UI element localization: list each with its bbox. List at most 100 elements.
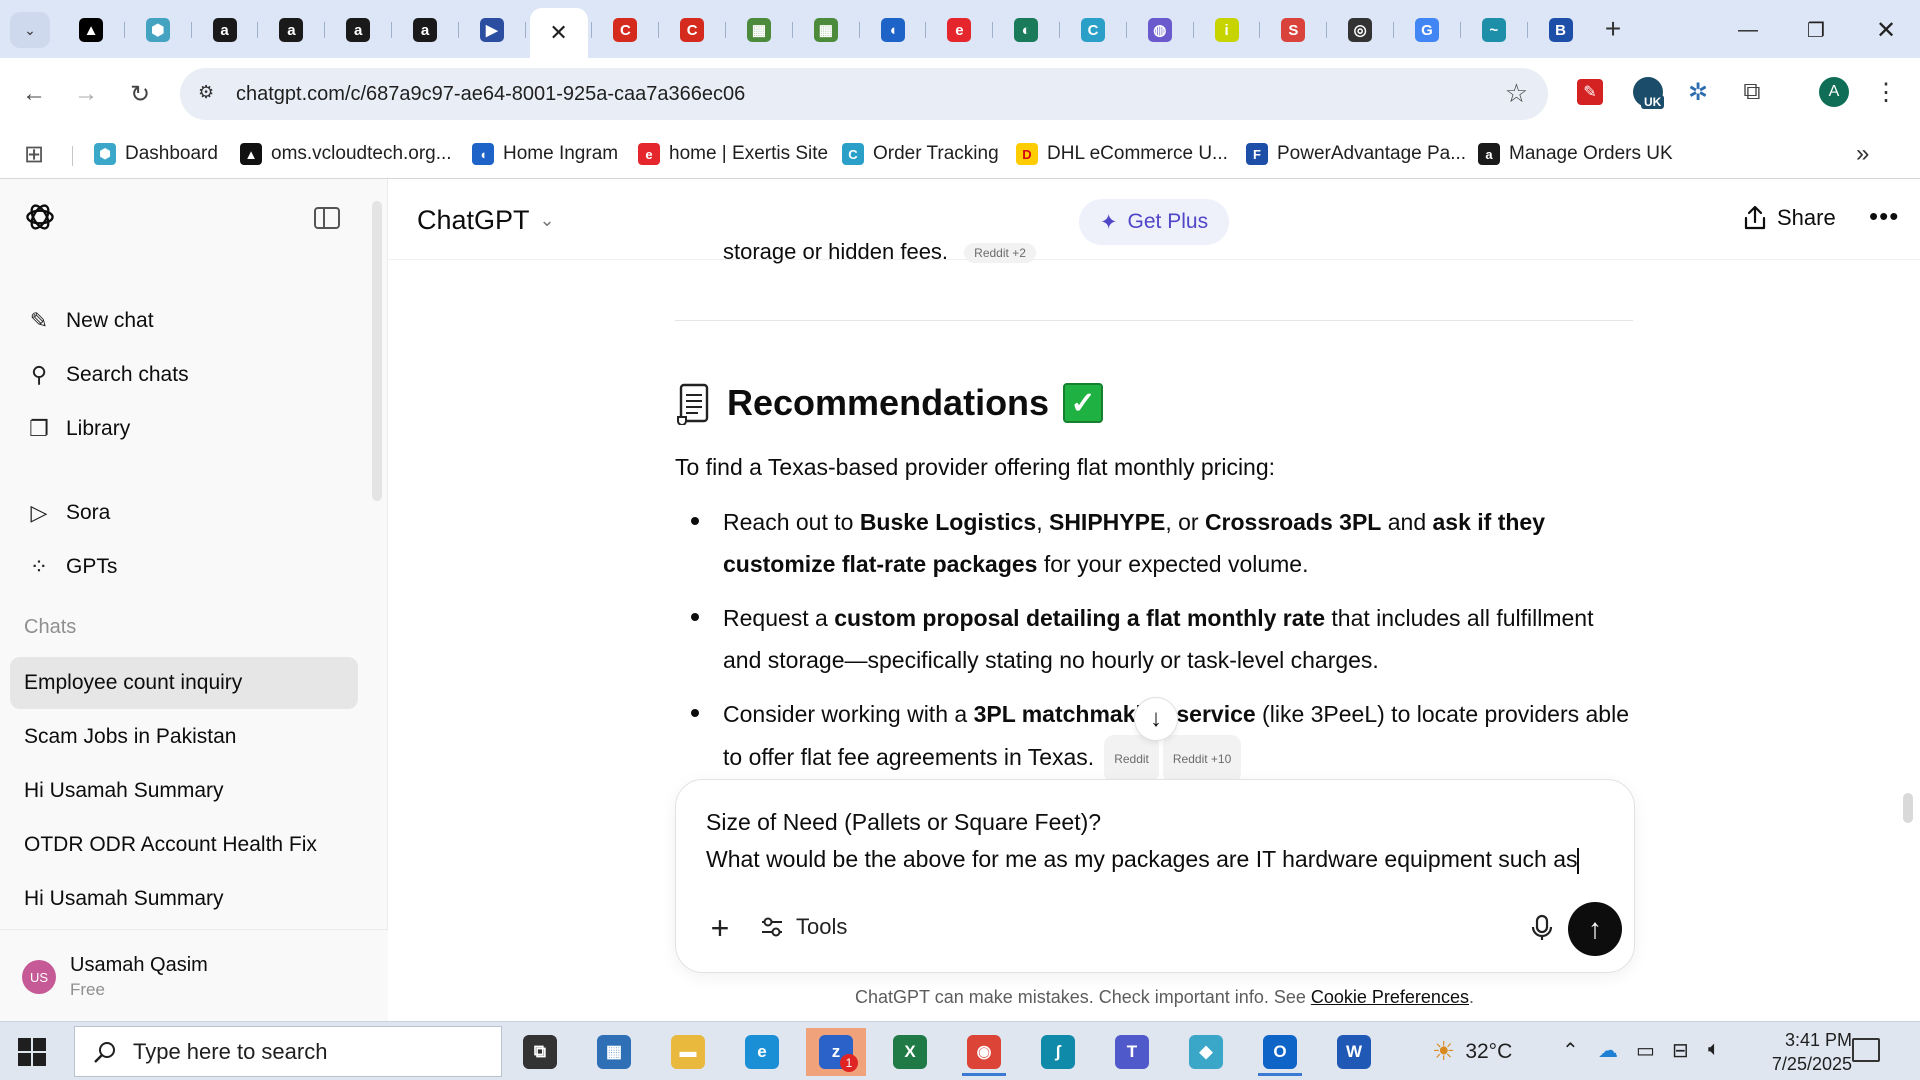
forward-button[interactable]: →	[68, 76, 104, 112]
add-attachment-button[interactable]: +	[702, 910, 738, 946]
browser-tab[interactable]: a	[392, 10, 458, 50]
puzzle-extensions-icon[interactable]: ⧉	[1732, 72, 1772, 112]
volume-icon[interactable]: 🔈︎	[1708, 1038, 1720, 1061]
bookmark-item[interactable]: D DHL eCommerce U...	[1016, 140, 1228, 168]
chat-history-item[interactable]: Hi Usamah Summary	[10, 873, 358, 925]
openai-logo-icon[interactable]	[22, 199, 58, 235]
model-selector[interactable]: ChatGPT ⌄	[417, 205, 555, 236]
share-button[interactable]: Share	[1743, 205, 1836, 231]
taskbar-app[interactable]: ▬	[658, 1028, 718, 1076]
source-chip[interactable]: Reddit +10	[1162, 735, 1242, 783]
system-clock[interactable]: 3:41 PM 7/25/2025	[1762, 1028, 1852, 1076]
taskbar-app[interactable]: ⧉	[510, 1028, 570, 1076]
bookmark-item[interactable]: ⬢ Dashboard	[94, 140, 218, 168]
taskbar-app[interactable]: ◉	[954, 1028, 1014, 1076]
bookmark-item[interactable]: C Order Tracking	[842, 140, 999, 168]
uk-extension-icon[interactable]: UK	[1628, 72, 1668, 112]
browser-tab[interactable]: e	[926, 10, 992, 50]
bookmark-star-icon[interactable]: ☆	[1505, 78, 1528, 109]
apps-grid-icon[interactable]: ⊞	[24, 140, 44, 168]
sidebar-item-library[interactable]: ❐ Library	[10, 407, 358, 451]
taskbar-app[interactable]: e	[732, 1028, 792, 1076]
taskbar-app[interactable]: X	[880, 1028, 940, 1076]
browser-tab[interactable]: i	[1194, 10, 1260, 50]
user-account[interactable]: US Usamah Qasim Free	[0, 929, 388, 1021]
acrobat-extension-icon[interactable]: ✎	[1570, 72, 1610, 112]
browser-tab[interactable]: ◐	[993, 10, 1059, 50]
prompt-textarea[interactable]: Size of Need (Pallets or Square Feet)? W…	[706, 804, 1606, 878]
cookie-preferences-link[interactable]: Cookie Preferences	[1311, 987, 1469, 1007]
bookmark-item[interactable]: ◖ Home Ingram	[472, 140, 618, 168]
browser-tab[interactable]: ▦	[793, 10, 859, 50]
bookmark-item[interactable]: F PowerAdvantage Pa...	[1246, 140, 1466, 168]
bookmark-item[interactable]: a Manage Orders UK	[1478, 140, 1673, 168]
message-composer[interactable]: Size of Need (Pallets or Square Feet)? W…	[675, 779, 1635, 973]
browser-tab[interactable]: a	[258, 10, 324, 50]
profile-avatar[interactable]: A	[1814, 72, 1854, 112]
taskbar-app[interactable]: ▦	[584, 1028, 644, 1076]
browser-tab[interactable]: C	[659, 10, 725, 50]
send-button[interactable]: ↑	[1568, 902, 1622, 956]
close-sidebar-icon[interactable]	[314, 207, 340, 229]
taskbar-app[interactable]: ʃ	[1028, 1028, 1088, 1076]
onedrive-icon[interactable]: ☁	[1598, 1038, 1618, 1063]
taskbar-app[interactable]: O	[1250, 1028, 1310, 1076]
browser-tab[interactable]: a	[325, 10, 391, 50]
taskbar-app[interactable]: z1	[806, 1028, 866, 1076]
browser-tab[interactable]: ⬢	[125, 10, 191, 50]
battery-icon[interactable]: ▭	[1636, 1038, 1655, 1063]
more-bookmarks-icon[interactable]: »	[1856, 140, 1869, 168]
address-bar[interactable]: ⚙ chatgpt.com/c/687a9c97-ae64-8001-925a-…	[180, 68, 1548, 120]
browser-tab[interactable]: ▲	[58, 10, 124, 50]
source-chip[interactable]: Reddit +2	[964, 243, 1036, 264]
source-chip[interactable]: Reddit	[1104, 735, 1159, 783]
network-icon[interactable]: ⊟	[1672, 1038, 1689, 1063]
chat-history-item[interactable]: Hi Usamah Summary	[10, 765, 358, 817]
browser-tab[interactable]: ◎	[1327, 10, 1393, 50]
reload-button[interactable]: ↻	[122, 76, 158, 112]
sidebar-item-search-chats[interactable]: ⚲ Search chats	[10, 353, 358, 397]
browser-tab[interactable]: ✕	[529, 8, 588, 58]
close-window-button[interactable]: ✕	[1866, 12, 1906, 48]
notifications-icon[interactable]	[1852, 1038, 1880, 1062]
bookmark-item[interactable]: e home | Exertis Site	[638, 140, 828, 168]
scroll-to-bottom-button[interactable]: ↓	[1134, 697, 1178, 741]
weather-widget[interactable]: ☀ 32°C	[1432, 1036, 1512, 1067]
bookmark-item[interactable]: ▲ oms.vcloudtech.org...	[240, 140, 452, 168]
browser-menu-icon[interactable]: ⋮	[1866, 72, 1906, 112]
windows-start-icon[interactable]	[18, 1038, 46, 1066]
sidebar-item-sora[interactable]: ▷ Sora	[10, 491, 358, 535]
url-text[interactable]: chatgpt.com/c/687a9c97-ae64-8001-925a-ca…	[236, 83, 745, 106]
browser-tab[interactable]: B	[1528, 10, 1594, 50]
taskbar-app[interactable]: T	[1102, 1028, 1162, 1076]
main-scrollbar[interactable]	[1903, 793, 1913, 823]
sidebar-item-new-chat[interactable]: ✎ New chat	[10, 299, 358, 343]
browser-tab[interactable]: C	[1060, 10, 1126, 50]
back-button[interactable]: ←	[16, 76, 52, 112]
browser-tab[interactable]: ▦	[726, 10, 792, 50]
browser-tab[interactable]: S	[1260, 10, 1326, 50]
site-info-icon[interactable]: ⚙	[198, 82, 214, 103]
close-tab-icon[interactable]: ✕	[549, 20, 567, 46]
browser-tab[interactable]: ▶	[459, 10, 525, 50]
browser-tab[interactable]: a	[192, 10, 258, 50]
taskbar-search-box[interactable]: Type here to search	[74, 1026, 502, 1077]
restore-button[interactable]: ❐	[1796, 12, 1836, 48]
taskbar-app[interactable]: W	[1324, 1028, 1384, 1076]
browser-tab[interactable]: ◍	[1127, 10, 1193, 50]
sidebar-scrollbar[interactable]	[372, 201, 382, 501]
sidebar-item-gpts[interactable]: ⁘ GPTs	[10, 545, 358, 589]
browser-tab[interactable]: C	[592, 10, 658, 50]
taskbar-app[interactable]: ◆	[1176, 1028, 1236, 1076]
chat-history-item[interactable]: Employee count inquiry	[10, 657, 358, 709]
tools-button[interactable]: Tools	[760, 914, 847, 940]
browser-tab[interactable]: ◖	[860, 10, 926, 50]
chat-history-item[interactable]: Scam Jobs in Pakistan	[10, 711, 358, 763]
minimize-button[interactable]: —	[1728, 12, 1768, 48]
dictate-button[interactable]	[1524, 910, 1560, 946]
new-tab-button[interactable]: +	[1598, 14, 1628, 44]
tab-search-button[interactable]: ⌄	[10, 12, 50, 48]
gear-extension-icon[interactable]: ✲	[1678, 72, 1718, 112]
browser-tab[interactable]: G	[1394, 10, 1460, 50]
chevron-up-icon[interactable]: ⌃	[1562, 1038, 1579, 1063]
